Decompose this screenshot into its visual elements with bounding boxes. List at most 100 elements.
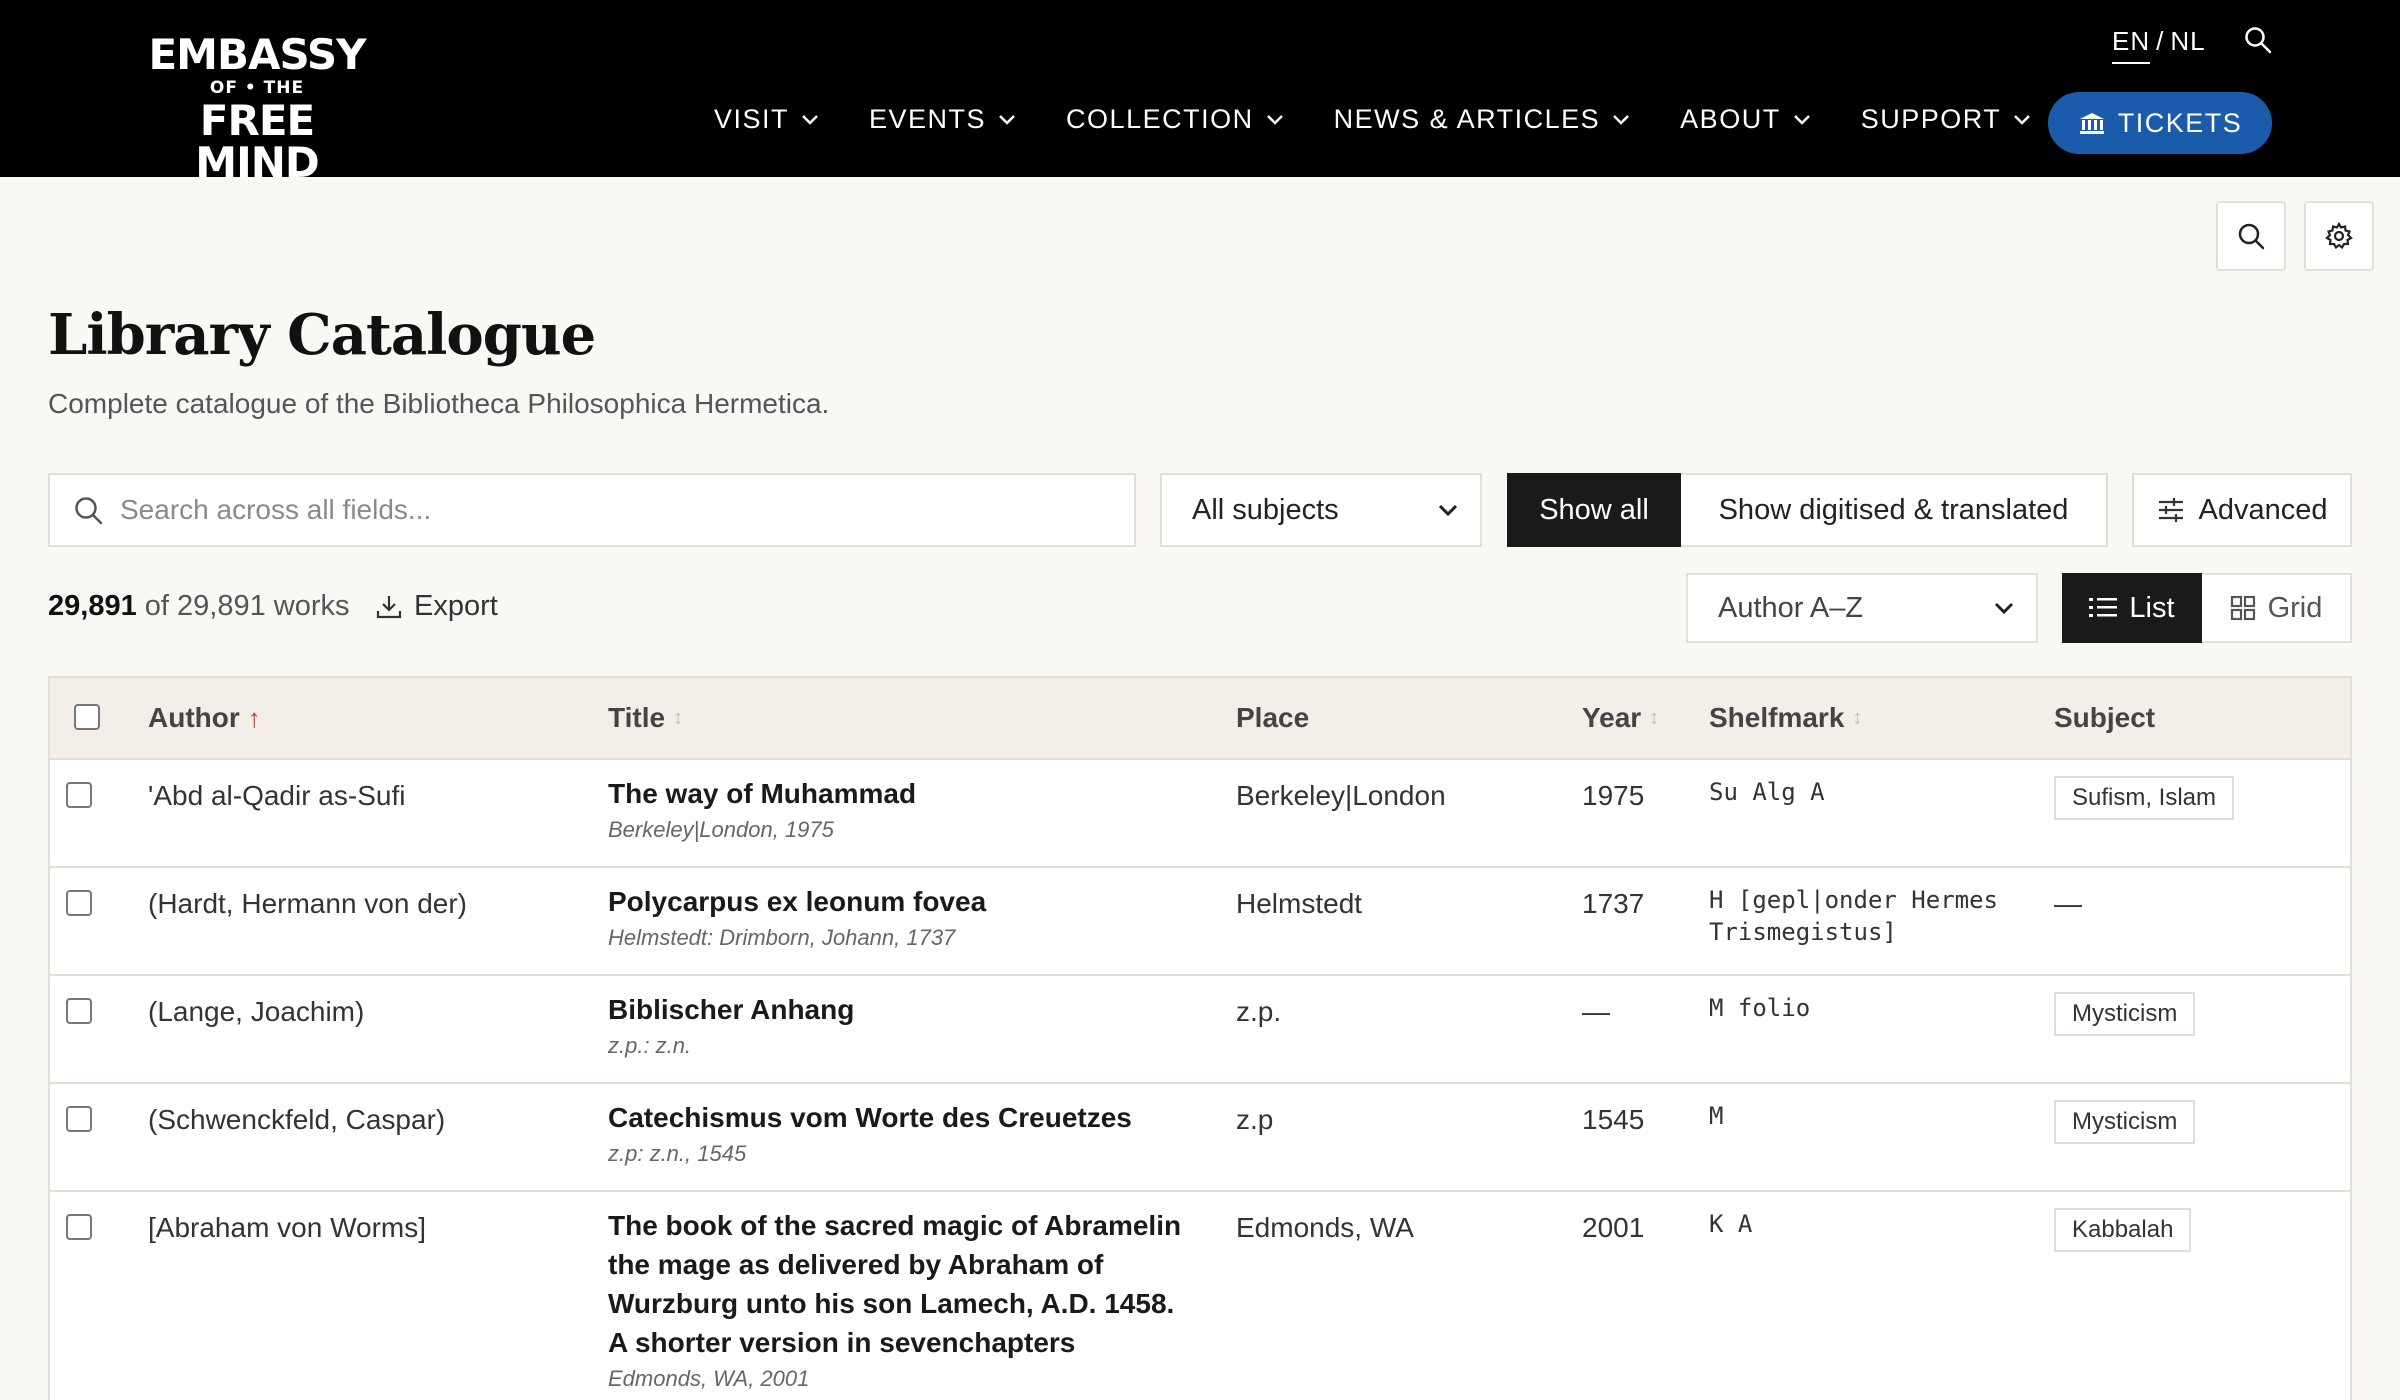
row-checkbox[interactable]: [66, 998, 92, 1024]
page-subtitle: Complete catalogue of the Bibliotheca Ph…: [48, 388, 830, 419]
row-place: z.p.: [1236, 996, 1282, 1027]
row-place: Berkeley|London: [1236, 780, 1446, 811]
nav-support[interactable]: SUPPORT: [1861, 104, 2032, 135]
settings-button[interactable]: [2304, 201, 2374, 271]
table-row[interactable]: (Hardt, Hermann von der) Polycarpus ex l…: [50, 868, 2350, 976]
nav-about[interactable]: ABOUT: [1680, 104, 1811, 135]
table-row[interactable]: 'Abd al-Qadir as-Sufi The way of Muhamma…: [50, 760, 2350, 868]
nav-visit[interactable]: VISIT: [714, 104, 819, 135]
nav-support-label: SUPPORT: [1860, 104, 2002, 134]
row-title-cell: Biblischer Anhang z.p.: z.n.: [608, 990, 1188, 1059]
table-row[interactable]: (Schwenckfeld, Caspar) Catechismus vom W…: [50, 1084, 2350, 1192]
column-title[interactable]: Title ↕: [608, 702, 683, 734]
subject-select-value: All subjects: [1192, 493, 1339, 526]
list-icon: [2089, 598, 2118, 617]
subject-tag[interactable]: Sufism, Islam: [2054, 776, 2235, 820]
column-subject-label: Subject: [2054, 702, 2156, 733]
subject-tag[interactable]: Mysticism: [2054, 1100, 2196, 1144]
nav-news-label: NEWS & ARTICLES: [1333, 104, 1601, 134]
grid-icon: [2230, 595, 2255, 621]
logo-line-1: EMBASSY: [148, 30, 366, 79]
row-title-link[interactable]: The way of Muhammad: [608, 774, 1188, 813]
row-year: 1975: [1582, 780, 1645, 811]
sort-asc-icon: ↑: [247, 702, 261, 733]
table-row[interactable]: (Lange, Joachim) Biblischer Anhang z.p.:…: [50, 976, 2350, 1084]
lang-nl-link[interactable]: NL: [2170, 26, 2205, 56]
site-logo[interactable]: EMBASSY OF • THE FREE MIND: [132, 34, 382, 184]
chevron-down-icon: [999, 114, 1015, 125]
chevron-down-icon: [1438, 504, 1458, 517]
main-nav: VISIT EVENTS COLLECTION NEWS & ARTICLES …: [714, 104, 2031, 135]
column-shelfmark[interactable]: Shelfmark ↕: [1709, 702, 1862, 734]
row-title-link[interactable]: The book of the sacred magic of Abrameli…: [608, 1206, 1188, 1362]
view-list-button[interactable]: List: [2062, 573, 2202, 643]
row-year: 2001: [1582, 1212, 1645, 1243]
nav-collection-label: COLLECTION: [1066, 104, 1254, 134]
row-checkbox[interactable]: [66, 1214, 92, 1240]
row-place: z.p: [1236, 1104, 1274, 1135]
row-shelfmark: M: [1709, 1102, 1724, 1130]
catalogue-search-field[interactable]: [48, 473, 1136, 547]
row-place: Edmonds, WA: [1236, 1212, 1414, 1243]
row-checkbox[interactable]: [66, 782, 92, 808]
catalogue-search-button[interactable]: [2216, 201, 2286, 271]
subject-select[interactable]: All subjects: [1160, 473, 1482, 547]
chevron-down-icon: [1994, 602, 2014, 615]
show-digitised-toggle[interactable]: Show digitised & translated: [1681, 473, 2108, 547]
row-imprint: Berkeley|London, 1975: [608, 817, 834, 842]
chevron-down-icon: [2014, 114, 2031, 125]
row-year: 1737: [1582, 888, 1645, 919]
nav-about-label: ABOUT: [1680, 104, 1781, 134]
sort-icon: ↕: [1852, 706, 1863, 729]
row-author: (Schwenckfeld, Caspar): [148, 1104, 446, 1135]
ticket-icon: [2079, 113, 2104, 134]
sort-select-value: Author A–Z: [1718, 591, 1864, 624]
nav-visit-label: VISIT: [714, 104, 790, 134]
row-checkbox[interactable]: [66, 1106, 92, 1132]
row-title-link[interactable]: Polycarpus ex leonum fovea: [608, 882, 1188, 921]
export-label: Export: [414, 590, 498, 622]
download-icon: [376, 595, 402, 618]
search-icon: [2238, 223, 2265, 250]
column-author[interactable]: Author ↑: [148, 702, 261, 734]
sliders-icon: [2158, 498, 2183, 522]
row-checkbox[interactable]: [66, 890, 92, 916]
lang-separator: /: [2156, 26, 2165, 56]
column-author-label: Author: [148, 702, 240, 733]
subject-tag[interactable]: Mysticism: [2054, 992, 2196, 1036]
column-shelfmark-label: Shelfmark: [1709, 702, 1845, 733]
column-title-label: Title: [608, 702, 666, 733]
tickets-label: TICKETS: [2117, 107, 2243, 138]
tickets-button[interactable]: TICKETS: [2048, 92, 2272, 154]
nav-events[interactable]: EVENTS: [869, 104, 1016, 135]
result-count-shown: 29,891: [48, 590, 137, 622]
row-shelfmark: Su Alg A: [1709, 778, 1825, 806]
export-button[interactable]: Export: [376, 590, 498, 623]
row-subject-empty: —: [2054, 888, 2082, 919]
search-input[interactable]: [120, 494, 1020, 526]
lang-en-link[interactable]: EN: [2112, 26, 2151, 64]
nav-events-label: EVENTS: [869, 104, 987, 134]
nav-collection[interactable]: COLLECTION: [1066, 104, 1284, 135]
view-grid-button[interactable]: Grid: [2202, 573, 2352, 643]
row-year: 1545: [1582, 1104, 1645, 1135]
nav-news-articles[interactable]: NEWS & ARTICLES: [1334, 104, 1631, 135]
table-row[interactable]: [Abraham von Worms] The book of the sacr…: [50, 1192, 2350, 1400]
result-count: 29,891 of 29,891 works: [48, 590, 350, 623]
header-search-icon[interactable]: [2244, 26, 2272, 54]
result-count-total: of 29,891 works: [144, 590, 350, 622]
subject-tag[interactable]: Kabbalah: [2054, 1208, 2192, 1252]
column-year-label: Year: [1582, 702, 1642, 733]
row-title-link[interactable]: Biblischer Anhang: [608, 990, 1188, 1029]
advanced-button[interactable]: Advanced: [2132, 473, 2352, 547]
row-title-link[interactable]: Catechismus vom Worte des Creuetzes: [608, 1098, 1188, 1137]
select-all-checkbox[interactable]: [74, 704, 100, 730]
column-subject: Subject: [2054, 702, 2155, 734]
sort-select[interactable]: Author A–Z: [1686, 573, 2038, 643]
row-title-cell: The book of the sacred magic of Abrameli…: [608, 1206, 1188, 1392]
show-all-toggle[interactable]: Show all: [1507, 473, 1681, 547]
advanced-label: Advanced: [2198, 493, 2328, 526]
row-title-cell: The way of Muhammad Berkeley|London, 197…: [608, 774, 1188, 843]
column-year[interactable]: Year ↕: [1582, 702, 1659, 734]
row-author: [Abraham von Worms]: [148, 1212, 427, 1243]
